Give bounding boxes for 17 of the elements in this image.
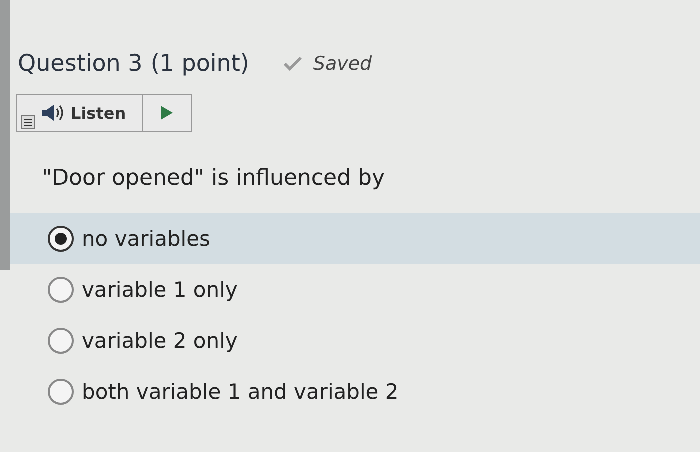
- listen-button[interactable]: Listen: [17, 95, 143, 131]
- answer-option[interactable]: variable 1 only: [10, 264, 700, 315]
- answer-option[interactable]: both variable 1 and variable 2: [10, 366, 700, 417]
- question-prompt: "Door opened" is influenced by: [42, 166, 386, 191]
- radio-button[interactable]: [48, 276, 74, 302]
- answer-option[interactable]: no variables: [10, 213, 700, 264]
- radio-button[interactable]: [48, 226, 74, 252]
- radio-button[interactable]: [48, 328, 74, 354]
- speaker-icon: [41, 104, 65, 122]
- radio-button[interactable]: [48, 378, 74, 404]
- checkmark-icon: [283, 56, 304, 72]
- answer-option[interactable]: variable 2 only: [10, 315, 700, 366]
- saved-status: Saved: [313, 53, 372, 75]
- play-icon: [160, 105, 174, 121]
- menu-icon: [21, 115, 35, 129]
- question-title: Question 3: [18, 51, 143, 77]
- question-points: (1 point): [150, 51, 250, 77]
